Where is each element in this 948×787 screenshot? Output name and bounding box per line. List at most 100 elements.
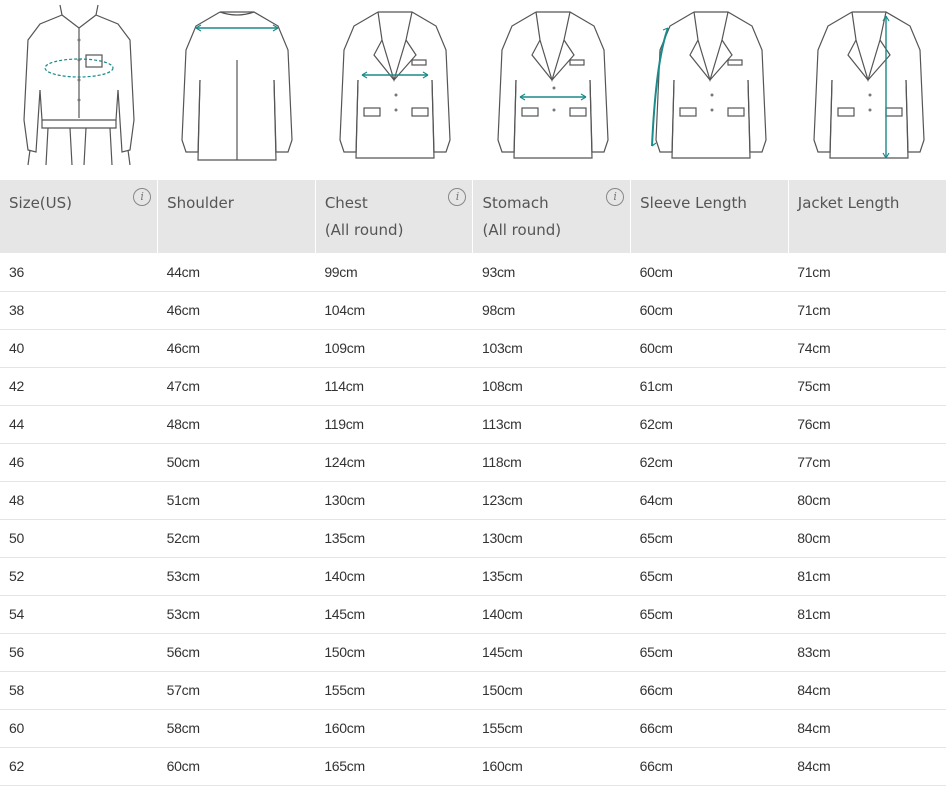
cell-sleeve-length: 62cm xyxy=(630,405,789,444)
table-row: 44 48cm 119cm 113cm 62cm 76cm xyxy=(0,405,946,444)
table-row: 56 56cm 150cm 145cm 65cm 83cm xyxy=(0,633,946,672)
cell-stomach: 113cm xyxy=(472,405,631,444)
cell-shoulder: 51cm xyxy=(157,481,316,520)
cell-size: 60 xyxy=(0,709,158,748)
jacket-stomach-icon xyxy=(474,0,632,180)
table-row: 54 53cm 145cm 140cm 65cm 81cm xyxy=(0,595,946,634)
cell-stomach: 123cm xyxy=(472,481,631,520)
cell-chest: 165cm xyxy=(315,747,473,786)
cell-shoulder: 46cm xyxy=(157,329,316,368)
cell-jacket-length: 81cm xyxy=(788,595,946,634)
cell-size: 46 xyxy=(0,443,158,482)
cell-size: 62 xyxy=(0,747,158,786)
header-label: Shoulder xyxy=(167,194,234,212)
header-label: Jacket Length xyxy=(797,194,900,212)
cell-shoulder: 44cm xyxy=(157,253,316,292)
header-size: Size(US) i xyxy=(0,180,159,253)
cell-chest: 150cm xyxy=(315,633,473,672)
cell-stomach: 130cm xyxy=(472,519,631,558)
table-row: 58 57cm 155cm 150cm 66cm 84cm xyxy=(0,671,946,710)
cell-sleeve-length: 65cm xyxy=(630,595,789,634)
cell-stomach: 93cm xyxy=(472,253,631,292)
cell-jacket-length: 76cm xyxy=(788,405,946,444)
cell-size: 48 xyxy=(0,481,158,520)
table-row: 50 52cm 135cm 130cm 65cm 80cm xyxy=(0,519,946,558)
header-label: Stomach xyxy=(482,194,549,212)
cell-shoulder: 57cm xyxy=(157,671,316,710)
table-row: 46 50cm 124cm 118cm 62cm 77cm xyxy=(0,443,946,482)
info-icon[interactable]: i xyxy=(606,188,625,206)
cell-jacket-length: 75cm xyxy=(788,367,946,406)
cell-size: 58 xyxy=(0,671,158,710)
cell-sleeve-length: 65cm xyxy=(630,633,789,672)
cell-chest: 145cm xyxy=(315,595,473,634)
shirt-waist-icon xyxy=(0,0,158,180)
cell-chest: 109cm xyxy=(315,329,473,368)
cell-stomach: 118cm xyxy=(472,443,631,482)
cell-jacket-length: 80cm xyxy=(788,519,946,558)
cell-chest: 160cm xyxy=(315,709,473,748)
table-row: 60 58cm 160cm 155cm 66cm 84cm xyxy=(0,709,946,748)
table-row: 36 44cm 99cm 93cm 60cm 71cm xyxy=(0,253,946,292)
cell-sleeve-length: 61cm xyxy=(630,367,789,406)
cell-shoulder: 47cm xyxy=(157,367,316,406)
cell-jacket-length: 80cm xyxy=(788,481,946,520)
cell-jacket-length: 84cm xyxy=(788,671,946,710)
cell-sleeve-length: 62cm xyxy=(630,443,789,482)
cell-shoulder: 60cm xyxy=(157,747,316,786)
cell-chest: 104cm xyxy=(315,291,473,330)
cell-shoulder: 46cm xyxy=(157,291,316,330)
table-row: 38 46cm 104cm 98cm 60cm 71cm xyxy=(0,291,946,330)
cell-shoulder: 52cm xyxy=(157,519,316,558)
cell-jacket-length: 83cm xyxy=(788,633,946,672)
cell-sleeve-length: 65cm xyxy=(630,557,789,596)
cell-chest: 119cm xyxy=(315,405,473,444)
cell-chest: 130cm xyxy=(315,481,473,520)
cell-jacket-length: 84cm xyxy=(788,709,946,748)
cell-size: 50 xyxy=(0,519,158,558)
cell-shoulder: 53cm xyxy=(157,557,316,596)
cell-shoulder: 50cm xyxy=(157,443,316,482)
table-row: 40 46cm 109cm 103cm 60cm 74cm xyxy=(0,329,946,368)
table-row: 62 60cm 165cm 160cm 66cm 84cm xyxy=(0,747,946,786)
cell-stomach: 98cm xyxy=(472,291,631,330)
header-sleeve-length: Sleeve Length xyxy=(630,180,789,253)
cell-stomach: 140cm xyxy=(472,595,631,634)
cell-chest: 114cm xyxy=(315,367,473,406)
cell-jacket-length: 74cm xyxy=(788,329,946,368)
table-body: 36 44cm 99cm 93cm 60cm 71cm 38 46cm 104cm 98cm 60c… xyxy=(0,253,946,786)
cell-jacket-length: 77cm xyxy=(788,443,946,482)
cell-chest: 99cm xyxy=(315,253,473,292)
cell-sleeve-length: 60cm xyxy=(630,253,789,292)
cell-size: 54 xyxy=(0,595,158,634)
header-sublabel: (All round) xyxy=(482,221,562,239)
cell-chest: 140cm xyxy=(315,557,473,596)
cell-stomach: 155cm xyxy=(472,709,631,748)
cell-shoulder: 48cm xyxy=(157,405,316,444)
cell-shoulder: 58cm xyxy=(157,709,316,748)
cell-chest: 135cm xyxy=(315,519,473,558)
cell-size: 52 xyxy=(0,557,158,596)
header-stomach: Stomach (All round) i xyxy=(472,180,632,253)
cell-jacket-length: 71cm xyxy=(788,253,946,292)
cell-shoulder: 56cm xyxy=(157,633,316,672)
header-shoulder: Shoulder xyxy=(157,180,316,253)
jacket-back-shoulder-icon xyxy=(158,0,316,180)
cell-sleeve-length: 60cm xyxy=(630,291,789,330)
cell-stomach: 103cm xyxy=(472,329,631,368)
jacket-sleeve-icon xyxy=(632,0,790,180)
cell-stomach: 145cm xyxy=(472,633,631,672)
cell-size: 56 xyxy=(0,633,158,672)
cell-jacket-length: 71cm xyxy=(788,291,946,330)
cell-chest: 124cm xyxy=(315,443,473,482)
cell-shoulder: 53cm xyxy=(157,595,316,634)
cell-sleeve-length: 66cm xyxy=(630,747,789,786)
cell-sleeve-length: 66cm xyxy=(630,671,789,710)
info-icon[interactable]: i xyxy=(448,188,467,206)
header-label: Size(US) xyxy=(9,194,72,212)
jacket-length-icon xyxy=(790,0,948,180)
info-icon[interactable]: i xyxy=(133,188,152,206)
jacket-chest-icon xyxy=(316,0,474,180)
table-row: 48 51cm 130cm 123cm 64cm 80cm xyxy=(0,481,946,520)
cell-stomach: 108cm xyxy=(472,367,631,406)
